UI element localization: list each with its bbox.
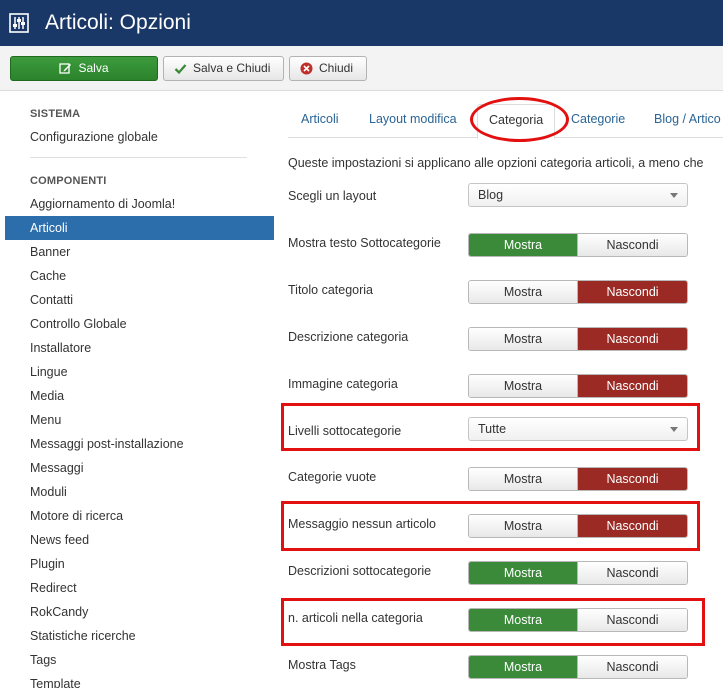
sidebar-item-controllo-globale[interactable]: Controllo Globale [5, 312, 274, 336]
close-button-label: Chiudi [319, 61, 354, 75]
close-circle-icon [300, 62, 313, 75]
category-image-toggle: Mostra Nascondi [468, 374, 688, 398]
show-tags-show[interactable]: Mostra [469, 656, 578, 678]
title-bar: Articoli: Opzioni [0, 0, 723, 46]
category-title-show[interactable]: Mostra [469, 281, 578, 303]
check-icon [174, 62, 187, 75]
sidebar-item-installatore[interactable]: Installatore [5, 336, 274, 360]
sidebar-section-components: COMPONENTI [30, 175, 107, 187]
sidebar-item-moduli[interactable]: Moduli [5, 480, 274, 504]
subcat-desc-toggle: Mostra Nascondi [468, 561, 688, 585]
show-subcat-text-show[interactable]: Mostra [469, 234, 578, 256]
empty-categories-label: Categorie vuote [288, 470, 377, 484]
tab-categorie[interactable]: Categorie [571, 112, 625, 126]
sidebar-section-system: SISTEMA [30, 108, 81, 120]
tab-articoli[interactable]: Articoli [301, 112, 339, 126]
sidebar-item-redirect[interactable]: Redirect [5, 576, 274, 600]
highlight-box-no-articles-msg [281, 501, 700, 551]
empty-categories-toggle: Mostra Nascondi [468, 467, 688, 491]
highlight-box-num-articles [281, 598, 705, 646]
sidebar-item-template[interactable]: Template [5, 672, 274, 688]
save-and-close-button[interactable]: Salva e Chiudi [163, 56, 284, 81]
layout-label: Scegli un layout [288, 189, 377, 203]
subcat-desc-hide[interactable]: Nascondi [578, 562, 687, 584]
layout-select-value: Blog [478, 188, 504, 202]
category-image-show[interactable]: Mostra [469, 375, 578, 397]
sidebar-item-motore-ricerca[interactable]: Motore di ricerca [5, 504, 274, 528]
toolbar: Salva Salva e Chiudi Chiudi [0, 46, 723, 91]
category-title-hide[interactable]: Nascondi [578, 281, 687, 303]
sidebar-item-post-install-messages[interactable]: Messaggi post-installazione [5, 432, 274, 456]
category-desc-hide[interactable]: Nascondi [578, 328, 687, 350]
sidebar-item-menu[interactable]: Menu [5, 408, 274, 432]
empty-categories-hide[interactable]: Nascondi [578, 468, 687, 490]
chevron-down-icon [670, 193, 678, 198]
sidebar-item-articoli[interactable]: Articoli [5, 216, 274, 240]
page-title: Articoli: Opzioni [45, 11, 191, 34]
close-button[interactable]: Chiudi [289, 56, 367, 81]
sidebar-item-plugin[interactable]: Plugin [5, 552, 274, 576]
save-and-close-label: Salva e Chiudi [193, 61, 271, 75]
show-subcat-text-label: Mostra testo Sottocategorie [288, 236, 441, 250]
show-tags-toggle: Mostra Nascondi [468, 655, 688, 679]
highlight-ellipse-categoria-tab [470, 97, 569, 142]
sidebar-item-lingue[interactable]: Lingue [5, 360, 274, 384]
show-tags-label: Mostra Tags [288, 658, 356, 672]
sidebar-item-contatti[interactable]: Contatti [5, 288, 274, 312]
options-sliders-icon [9, 13, 29, 33]
save-button[interactable]: Salva [10, 56, 158, 81]
edit-icon [59, 62, 72, 75]
sidebar-divider [30, 157, 247, 158]
category-desc-toggle: Mostra Nascondi [468, 327, 688, 351]
sidebar-item-cache[interactable]: Cache [5, 264, 274, 288]
sidebar-item-banner[interactable]: Banner [5, 240, 274, 264]
category-desc-label: Descrizione categoria [288, 330, 409, 344]
highlight-box-subcat-levels [281, 403, 700, 451]
category-image-hide[interactable]: Nascondi [578, 375, 687, 397]
save-button-label: Salva [78, 61, 109, 75]
tab-blog-articoli[interactable]: Blog / Artico [654, 112, 721, 126]
tab-layout-modifica[interactable]: Layout modifica [369, 112, 457, 126]
category-desc-show[interactable]: Mostra [469, 328, 578, 350]
show-subcat-text-toggle: Mostra Nascondi [468, 233, 688, 257]
show-subcat-text-hide[interactable]: Nascondi [578, 234, 687, 256]
sidebar-item-tags[interactable]: Tags [5, 648, 274, 672]
sidebar-item-media[interactable]: Media [5, 384, 274, 408]
sidebar-item-joomla-update[interactable]: Aggiornamento di Joomla! [5, 192, 274, 216]
layout-select[interactable]: Blog [468, 183, 688, 207]
subcat-desc-label: Descrizioni sottocategorie [288, 564, 432, 578]
category-title-toggle: Mostra Nascondi [468, 280, 688, 304]
sidebar-item-global-config[interactable]: Configurazione globale [5, 125, 274, 149]
subcat-desc-show[interactable]: Mostra [469, 562, 578, 584]
sidebar-item-news-feed[interactable]: News feed [5, 528, 274, 552]
category-title-label: Titolo categoria [288, 283, 373, 297]
category-image-label: Immagine categoria [288, 377, 398, 391]
empty-categories-show[interactable]: Mostra [469, 468, 578, 490]
tab-description: Queste impostazioni si applicano alle op… [288, 156, 704, 170]
sidebar-item-rokcandy[interactable]: RokCandy [5, 600, 274, 624]
show-tags-hide[interactable]: Nascondi [578, 656, 687, 678]
sidebar: SISTEMA Configurazione globale COMPONENT… [0, 92, 280, 688]
sidebar-item-messaggi[interactable]: Messaggi [5, 456, 274, 480]
sidebar-item-statistiche-ricerche[interactable]: Statistiche ricerche [5, 624, 274, 648]
